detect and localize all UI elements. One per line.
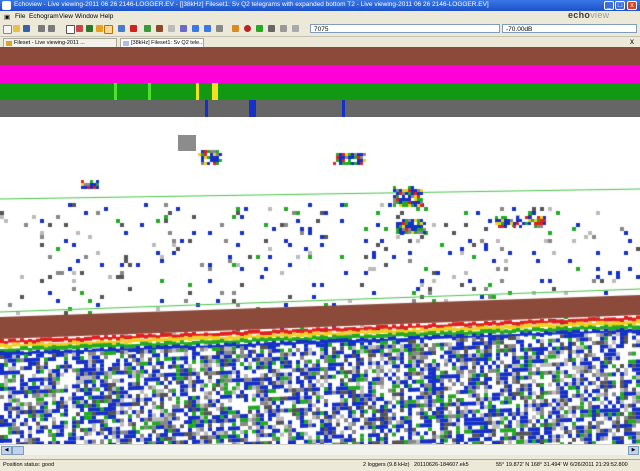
- gps-coords: 55° 19.872' N 168° 31.494' W: [496, 462, 569, 468]
- echogram-icon: [123, 41, 129, 46]
- palette-icon[interactable]: [232, 25, 239, 32]
- fit-icon[interactable]: [216, 25, 223, 32]
- menu-bar: ▣ File Echogram View Window Help: [0, 11, 640, 22]
- echoview-logo: echoview: [568, 10, 610, 20]
- measure-icon[interactable]: [168, 25, 175, 32]
- tab-echogram[interactable]: [38kHz] Fileset1: Sv Q2 tele...: [120, 38, 204, 47]
- grid-icon[interactable]: [180, 25, 187, 32]
- horizontal-scrollbar[interactable]: ◀ ▶: [0, 444, 640, 455]
- save-icon[interactable]: [23, 25, 30, 32]
- close-button[interactable]: x: [627, 1, 637, 10]
- line-band-3: [0, 83, 640, 100]
- logger-count: 2 loggers (9.8 kHz): [363, 462, 410, 468]
- scroll-right-icon[interactable]: ▶: [628, 446, 639, 455]
- band-marker: [205, 100, 208, 117]
- title-bar: Echoview - Live viewing-2011 06 26 2146-…: [0, 0, 640, 11]
- record-icon[interactable]: [244, 25, 251, 32]
- doc-close-button[interactable]: x: [630, 37, 634, 46]
- band-marker: [148, 83, 151, 100]
- new-icon[interactable]: [3, 25, 12, 34]
- step-icon[interactable]: [280, 25, 287, 32]
- band-marker: [249, 100, 256, 117]
- minimize-button[interactable]: _: [604, 1, 614, 10]
- band-marker: [196, 83, 199, 100]
- redo-icon[interactable]: [48, 25, 55, 32]
- line-band-2: [0, 65, 640, 83]
- band-marker: [342, 100, 345, 117]
- line-icon[interactable]: [86, 25, 93, 32]
- open-icon[interactable]: [13, 25, 20, 32]
- pencil-icon[interactable]: [96, 25, 103, 32]
- detect-icon[interactable]: [144, 25, 151, 32]
- window-title: Echoview - Live viewing-2011 06 26 2146-…: [14, 1, 489, 8]
- app-icon: [2, 1, 11, 10]
- pause-icon[interactable]: [268, 25, 275, 32]
- date-time: 6/26/2011 21:29:52.800: [570, 462, 628, 468]
- document-tabs: Fileset - Live viewing-2011 ... [38kHz] …: [0, 37, 640, 47]
- zoom-out-icon[interactable]: [204, 25, 211, 32]
- menu-window[interactable]: Window: [75, 13, 98, 20]
- menu-help[interactable]: Help: [100, 13, 113, 20]
- line-band-4: [0, 100, 640, 117]
- select-icon[interactable]: [66, 25, 75, 34]
- region-icon[interactable]: [76, 25, 83, 32]
- tab-fileset[interactable]: Fileset - Live viewing-2011 ...: [3, 38, 117, 47]
- scroll-thumb[interactable]: [12, 446, 24, 455]
- bookmark-icon[interactable]: [130, 25, 137, 32]
- toolbar: 7075 -70.00dB: [0, 22, 640, 37]
- zoom-tool-icon[interactable]: [104, 25, 113, 34]
- lock-icon[interactable]: [292, 25, 299, 32]
- position-status: Position status: good: [3, 462, 55, 468]
- threshold-field[interactable]: -70.00dB: [502, 24, 637, 33]
- echogram-canvas: [0, 117, 640, 444]
- fileset-icon: [6, 41, 12, 46]
- play-icon[interactable]: [256, 25, 263, 32]
- scroll-left-icon[interactable]: ◀: [1, 446, 12, 455]
- menu-icon[interactable]: ▣: [4, 13, 10, 21]
- menu-echogram[interactable]: Echogram: [29, 13, 59, 20]
- echogram-view[interactable]: [0, 47, 640, 444]
- maximize-button[interactable]: □: [615, 1, 625, 10]
- zoom-in-icon[interactable]: [192, 25, 199, 32]
- undo-icon[interactable]: [38, 25, 45, 32]
- bottom-icon[interactable]: [156, 25, 163, 32]
- ping-field[interactable]: 7075: [310, 24, 500, 33]
- tab-label: [38kHz] Fileset1: Sv Q2 tele...: [131, 40, 204, 46]
- menu-file[interactable]: File: [15, 13, 25, 20]
- tab-label: Fileset - Live viewing-2011 ...: [14, 40, 85, 46]
- band-marker: [114, 83, 117, 100]
- line-band-1: [0, 47, 640, 65]
- status-bar: Position status: good 2 loggers (9.8 kHz…: [0, 459, 640, 471]
- band-marker: [212, 83, 218, 100]
- menu-view[interactable]: View: [59, 13, 73, 20]
- file-name: 20110626-184607.ek5: [414, 462, 469, 468]
- polygon-icon[interactable]: [118, 25, 125, 32]
